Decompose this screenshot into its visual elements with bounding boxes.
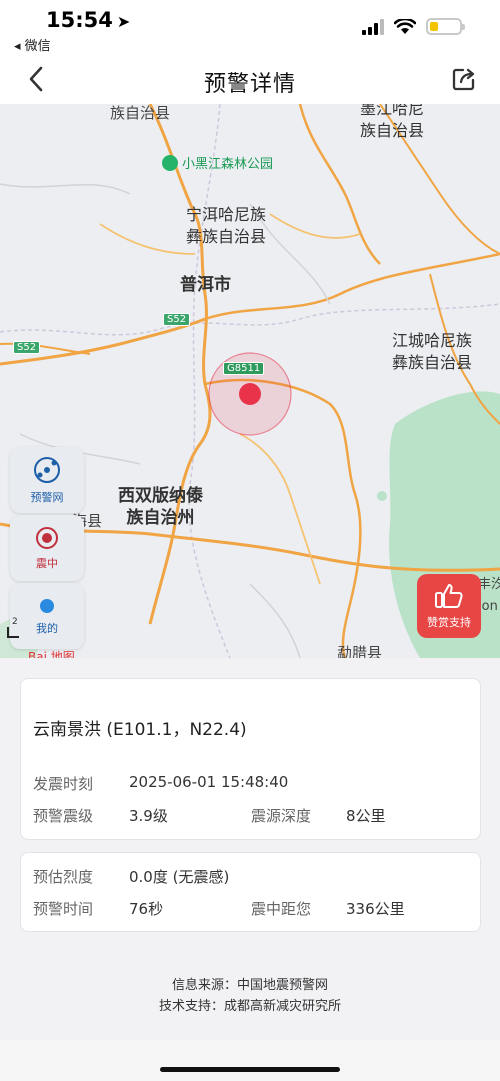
distance-value: 336公里 [346,900,405,918]
map-poi-park[interactable]: 小黑江森林公园 [162,153,273,172]
warning-net-label: 预警网 [30,491,64,504]
epicenter-button[interactable]: 震中 [10,515,84,581]
epicenter-label: 震中 [36,557,58,570]
status-time: 15:54 ➤ [46,8,130,32]
target-icon [36,527,58,549]
intensity-value: 0.0度 (无震感) [129,868,230,886]
reward-support-button[interactable]: 赞赏支持 [417,574,481,638]
cellular-signal-icon [362,18,384,35]
status-bar: 15:54 ➤ ◂ 微信 [0,0,500,56]
depth-value: 8公里 [346,807,386,825]
map-label-mengla: 勐腊县 [337,644,383,658]
nav-bar: 预警详情 [0,56,500,104]
location-arrow-icon: ➤ [116,12,131,31]
reward-support-label: 赞赏支持 [427,616,471,629]
map-side-tools: 预警网 震中 我的 [10,447,84,651]
earthquake-info-card: 云南景洪 (E101.1，N22.4) 发震时刻 2025-06-01 15:4… [20,678,481,840]
my-location-label: 我的 [36,622,58,635]
map-view[interactable]: 族自治县 墨江哈尼 族自治县 小黑江森林公园 宁洱哈尼族 彝族自治县 普洱市 江… [0,104,500,658]
wifi-icon [394,18,416,34]
bottom-strip [0,1040,500,1081]
share-icon[interactable] [450,65,478,93]
road-badge-s52-a: S52 [163,313,191,326]
network-icon [34,457,60,483]
page-title: 预警详情 [203,72,296,97]
park-icon [162,154,178,171]
baidu-map-logo: Bai 地图 [28,650,75,658]
map-label-top-left: 族自治县 [110,104,171,122]
earthquake-location: 云南景洪 (E101.1，N22.4) [33,720,247,740]
home-indicator[interactable] [160,1067,340,1072]
thumbs-up-icon [435,584,463,608]
park-label: 小黑江森林公园 [182,157,274,172]
info-source: 信息来源：中国地震预警网 [171,978,328,993]
map-label-xishuangbanna: 西双版纳傣 族自治州 [118,486,203,528]
battery-icon [426,18,465,35]
map-label-right-edge: 丰汐 ion [478,577,500,614]
magnitude-label: 预警震级 [33,807,94,825]
status-icons [362,18,465,35]
map-label-mojiang: 墨江哈尼 族自治县 [360,104,425,140]
depth-label: 震源深度 [251,807,312,825]
warning-time-value: 76秒 [129,900,164,918]
map-label-jiangcheng: 江城哈尼族 彝族自治县 [392,331,473,372]
scale-value: 2 [12,617,18,627]
map-label-ninger: 宁洱哈尼族 彝族自治县 [186,205,267,246]
time-label: 发震时刻 [33,775,94,793]
map-label-puer: 普洱市 [180,275,231,295]
distance-label: 震中距您 [251,900,312,918]
impact-info-card: 预估烈度 0.0度 (无震感) 预警时间 76秒 震中距您 336公里 [20,852,481,932]
scale-bar-icon [7,627,19,638]
back-to-wechat[interactable]: ◂ 微信 [14,35,51,54]
location-dot-icon [40,599,54,613]
warning-net-button[interactable]: 预警网 [10,447,84,513]
my-location-button[interactable]: 我的 [10,583,84,649]
clock: 15:54 [46,8,113,32]
road-badge-s52-b: S52 [13,341,41,354]
time-value: 2025-06-01 15:48:40 [129,773,289,791]
tech-support: 技术支持：成都高新减灾研究所 [158,999,341,1014]
road-badge-g8511: G8511 [223,362,265,375]
intensity-label: 预估烈度 [33,868,94,886]
warning-time-label: 预警时间 [33,900,94,918]
magnitude-value: 3.9级 [129,807,168,825]
